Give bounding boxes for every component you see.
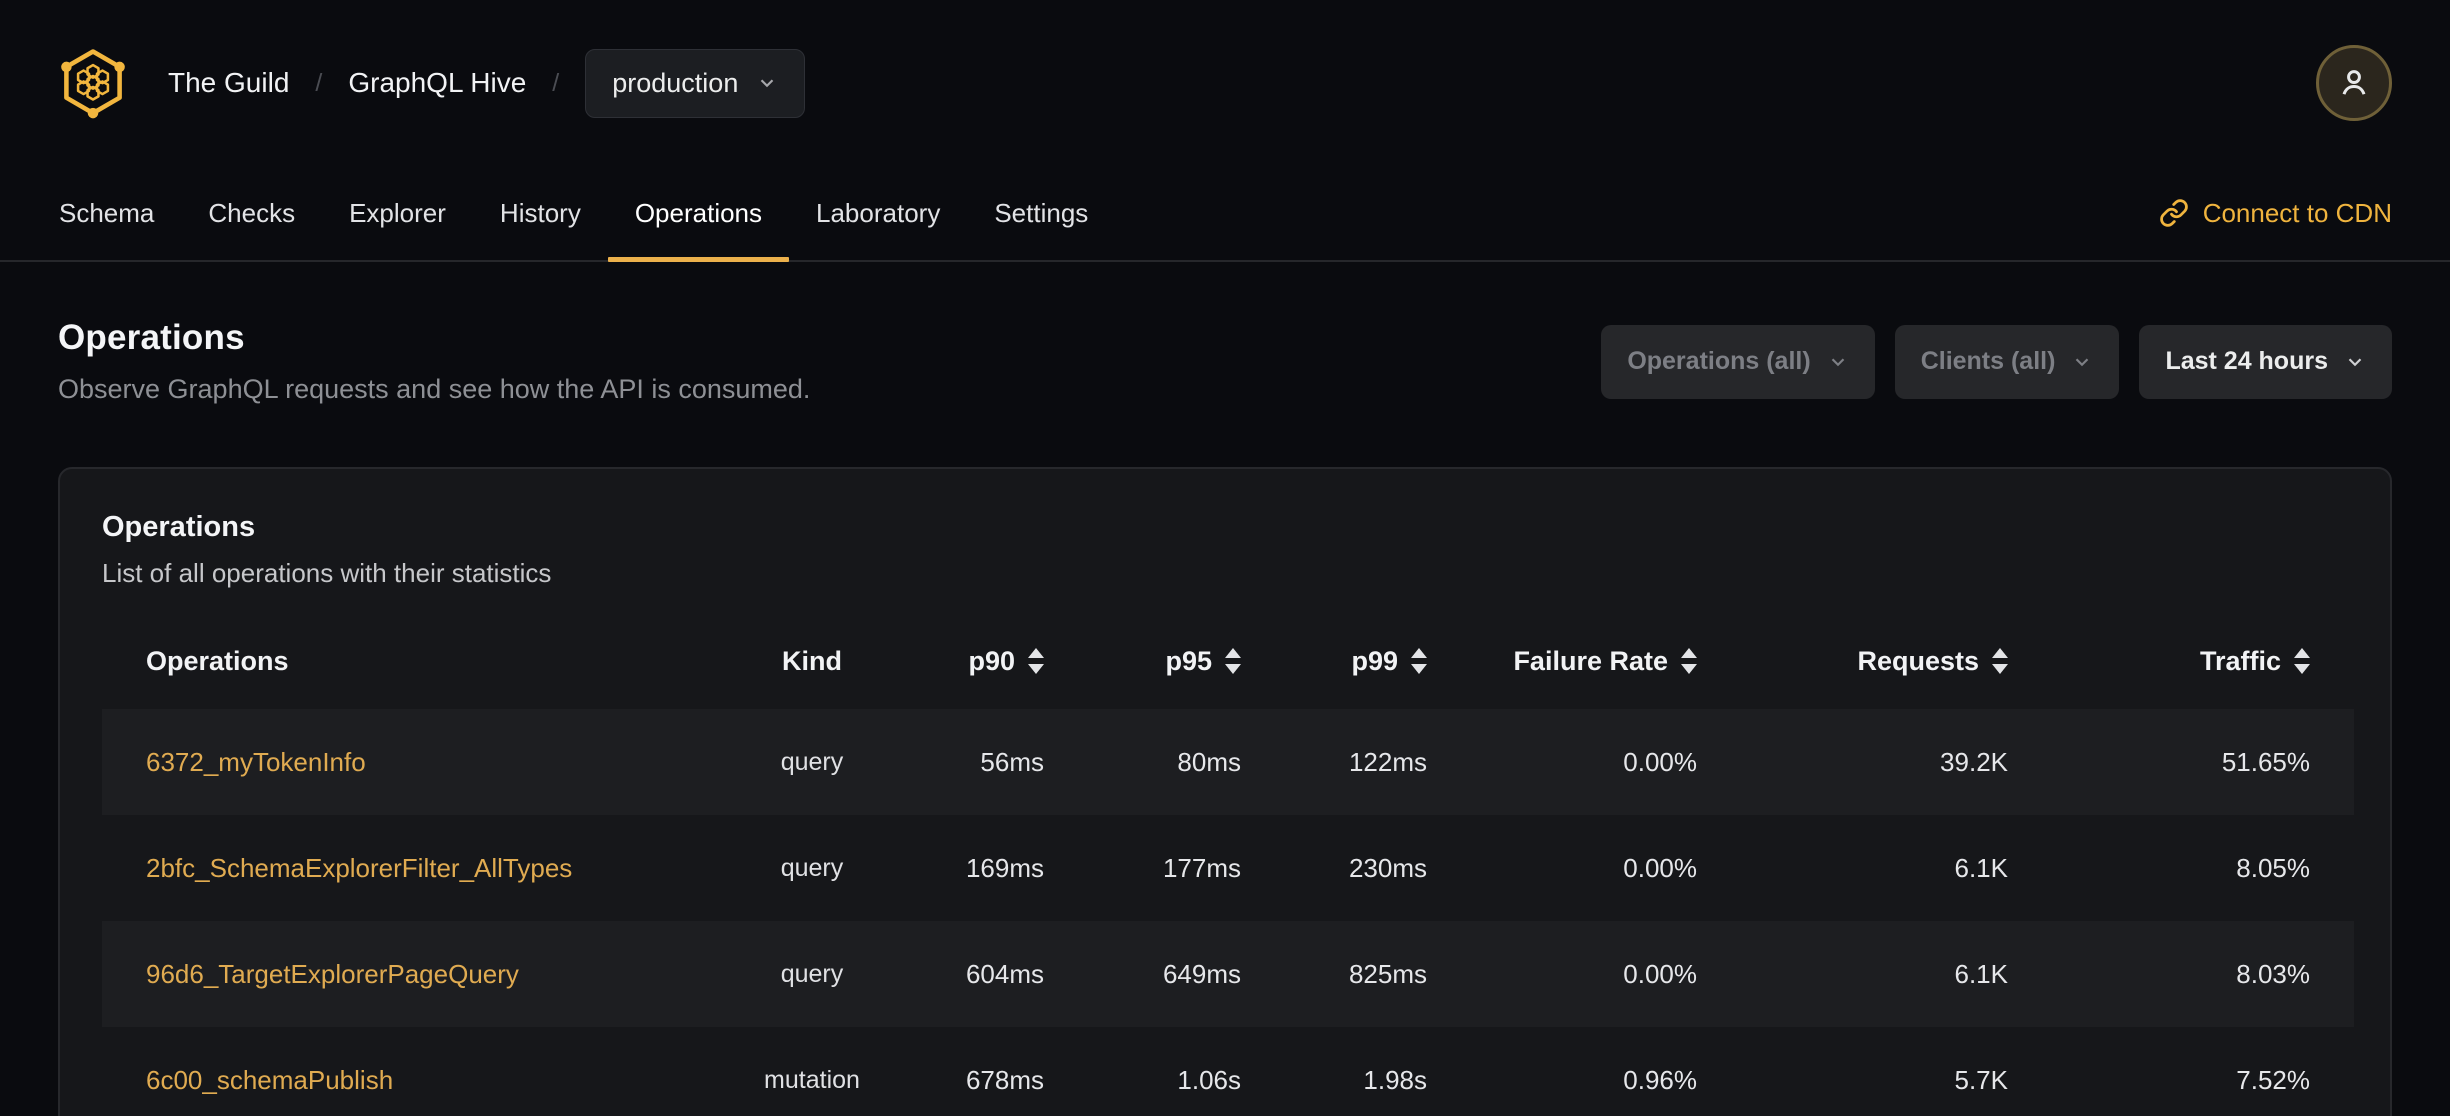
operations-filter-label: Operations (all)	[1627, 347, 1811, 375]
operation-p95: 649ms	[1044, 921, 1241, 1027]
sort-arrows-icon[interactable]	[1992, 648, 2008, 674]
sort-arrows-icon[interactable]	[1225, 648, 1241, 674]
operation-traffic: 8.03%	[2008, 921, 2354, 1027]
breadcrumb-separator: /	[552, 68, 560, 97]
sort-arrows-icon[interactable]	[1411, 648, 1427, 674]
tab-schema[interactable]: Schema	[32, 166, 181, 260]
operation-kind: query	[742, 709, 882, 815]
date-range-dropdown[interactable]: Last 24 hours	[2139, 324, 2392, 399]
operation-failure-rate: 0.00%	[1427, 921, 1697, 1027]
user-avatar-button[interactable]	[2316, 45, 2392, 121]
operation-link[interactable]: 2bfc_SchemaExplorerFilter_AllTypes	[146, 853, 572, 883]
card-subtitle: List of all operations with their statis…	[102, 558, 552, 588]
operation-kind: query	[742, 921, 882, 1027]
column-header-p95: p95	[1044, 613, 1241, 709]
link-icon	[2159, 199, 2188, 227]
operation-failure-rate: 0.00%	[1427, 709, 1697, 815]
operation-traffic: 51.65%	[2008, 709, 2354, 815]
sort-arrows-icon[interactable]	[1028, 648, 1044, 674]
breadcrumb-org[interactable]: The Guild	[168, 67, 289, 99]
operation-requests: 6.1K	[1697, 921, 2008, 1027]
column-header-kind: Kind	[782, 645, 842, 676]
operation-p95: 1.06s	[1177, 1064, 1241, 1095]
table-header-row: Operations Kind p90 p95 p99 Failure Rate	[102, 613, 2354, 709]
sort-arrows-icon[interactable]	[2294, 648, 2310, 674]
operation-link[interactable]: 6c00_schemaPublish	[146, 1065, 393, 1095]
operation-p99: 825ms	[1241, 921, 1427, 1027]
operation-p99: 122ms	[1241, 709, 1427, 815]
operation-p90: 604ms	[882, 921, 1044, 1027]
breadcrumb: The Guild / GraphQL Hive / production	[58, 44, 806, 122]
page-subtitle: Observe GraphQL requests and see how the…	[58, 374, 811, 404]
column-header-failure-rate: Failure Rate	[1427, 613, 1697, 709]
operation-requests: 6.1K	[1954, 852, 2009, 883]
breadcrumb-separator: /	[315, 68, 323, 97]
operation-requests: 39.2K	[1697, 709, 2008, 815]
operation-p90: 56ms	[882, 709, 1044, 815]
target-nav-tabs: Schema Checks Explorer History Operation…	[0, 166, 2450, 262]
chevron-down-icon	[761, 79, 774, 88]
column-header-p99: p99	[1241, 613, 1427, 709]
tab-explorer[interactable]: Explorer	[322, 166, 473, 260]
page-title: Operations	[58, 318, 245, 357]
operation-link[interactable]: 6372_myTokenInfo	[146, 747, 366, 777]
column-header-operations: Operations	[146, 645, 289, 676]
operation-traffic: 7.52%	[2236, 1064, 2310, 1095]
table-row: 6c00_schemaPublish mutation 678ms 1.06s …	[102, 1027, 2354, 1116]
column-header-requests: Requests	[1697, 613, 2008, 709]
clients-filter-label: Clients (all)	[1920, 347, 2056, 375]
page-header: Operations Observe GraphQL requests and …	[0, 262, 2450, 405]
hive-logo-icon[interactable]	[58, 44, 128, 122]
chevron-down-icon	[2348, 357, 2362, 366]
operation-traffic: 8.05%	[2236, 852, 2310, 883]
operation-kind: query	[780, 853, 844, 882]
tab-settings[interactable]: Settings	[967, 166, 1115, 260]
tab-history[interactable]: History	[473, 166, 608, 260]
operation-p90: 169ms	[965, 852, 1044, 883]
operations-card: Operations List of all operations with t…	[58, 467, 2392, 1116]
chevron-down-icon	[2076, 357, 2089, 366]
operation-p95: 80ms	[1044, 709, 1241, 815]
card-title: Operations	[102, 511, 256, 543]
date-range-label: Last 24 hours	[2165, 347, 2328, 375]
table-row: 6372_myTokenInfo query 56ms 80ms 122ms 0…	[102, 709, 2354, 815]
table-row: 96d6_TargetExplorerPageQuery query 604ms…	[102, 921, 2354, 1027]
chevron-down-icon	[1831, 357, 1844, 366]
user-icon	[2342, 70, 2366, 95]
operation-p90: 678ms	[965, 1064, 1044, 1095]
target-selector-value: production	[612, 67, 739, 98]
operation-requests: 5.7K	[1954, 1064, 2009, 1095]
tab-laboratory[interactable]: Laboratory	[789, 166, 967, 260]
table-row: 2bfc_SchemaExplorerFilter_AllTypes query…	[102, 815, 2354, 921]
connect-to-cdn-label: Connect to CDN	[2202, 197, 2392, 228]
operations-filter-dropdown[interactable]: Operations (all)	[1601, 324, 1875, 399]
tab-checks[interactable]: Checks	[181, 166, 322, 260]
operation-failure-rate: 0.00%	[1623, 852, 1697, 883]
operation-p99: 230ms	[1348, 852, 1427, 883]
operation-link[interactable]: 96d6_TargetExplorerPageQuery	[146, 959, 519, 989]
column-header-p90: p90	[882, 613, 1044, 709]
breadcrumb-project[interactable]: GraphQL Hive	[348, 67, 526, 99]
operations-table: Operations Kind p90 p95 p99 Failure Rate	[102, 613, 2354, 1116]
column-header-traffic: Traffic	[2008, 613, 2354, 709]
operation-p95: 177ms	[1162, 852, 1241, 883]
target-selector-dropdown[interactable]: production	[585, 48, 806, 118]
operation-p99: 1.98s	[1363, 1064, 1427, 1095]
clients-filter-dropdown[interactable]: Clients (all)	[1894, 324, 2120, 399]
filter-bar: Operations (all) Clients (all) Last 24 h…	[1601, 324, 2392, 399]
sort-arrows-icon[interactable]	[1681, 648, 1697, 674]
operation-kind: mutation	[764, 1065, 860, 1094]
top-bar: The Guild / GraphQL Hive / production	[0, 0, 2450, 166]
connect-to-cdn-link[interactable]: Connect to CDN	[2159, 166, 2392, 260]
operation-failure-rate: 0.96%	[1623, 1064, 1697, 1095]
tab-operations[interactable]: Operations	[607, 166, 790, 262]
